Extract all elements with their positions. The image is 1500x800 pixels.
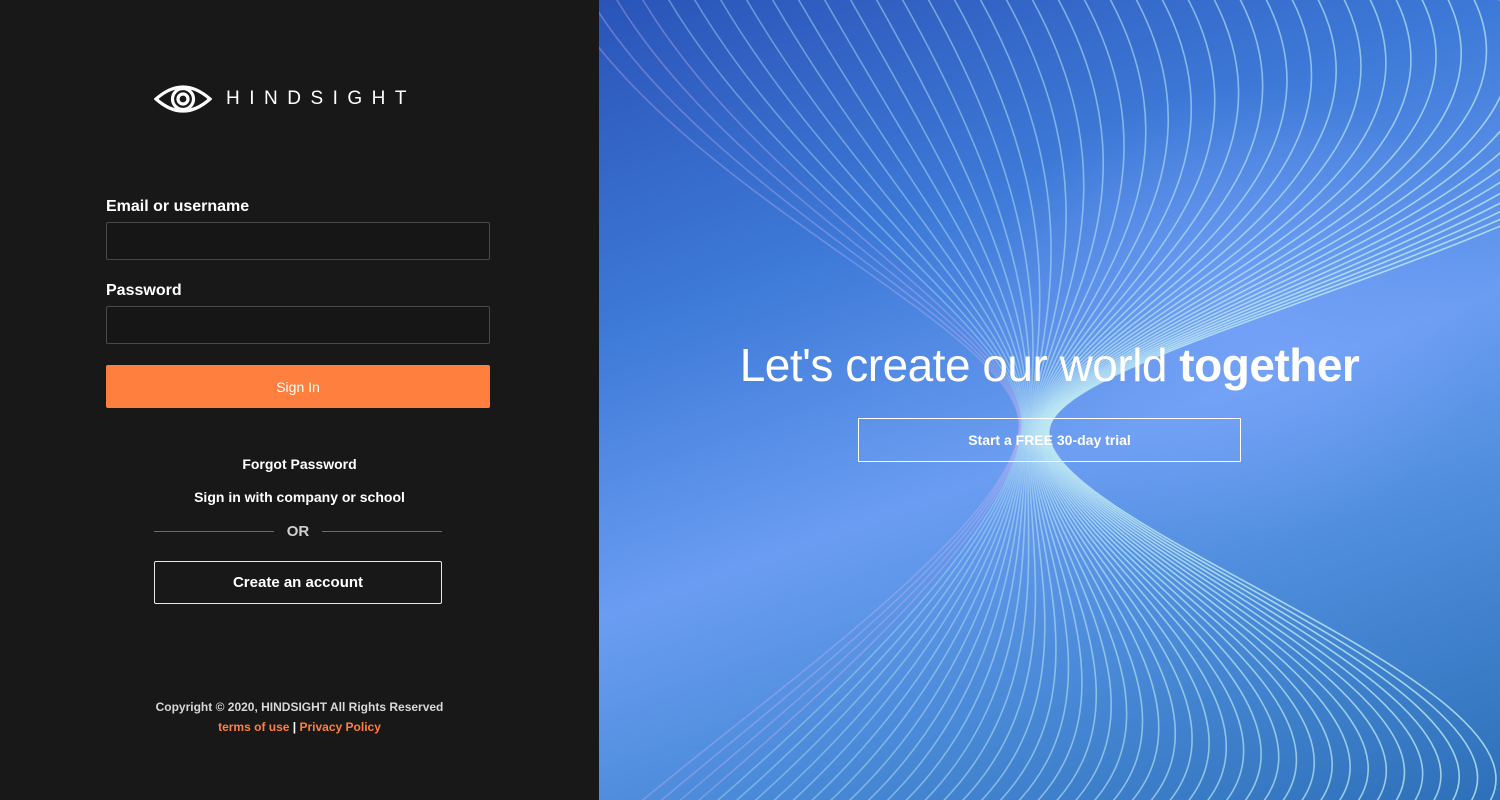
eye-icon bbox=[154, 85, 212, 113]
wave-line bbox=[1042, 0, 1500, 800]
sso-signin-link[interactable]: Sign in with company or school bbox=[0, 489, 599, 505]
legal-separator: | bbox=[292, 720, 297, 734]
wave-lines-graphic bbox=[599, 0, 1500, 800]
login-panel: HINDSIGHT Email or username Password Sig… bbox=[0, 0, 599, 800]
wave-line bbox=[1038, 0, 1387, 800]
hero-panel: Let's create our world together Start a … bbox=[599, 0, 1500, 800]
wave-line bbox=[1036, 0, 1288, 800]
hero-title: Let's create our world together bbox=[599, 338, 1500, 392]
sign-in-button[interactable]: Sign In bbox=[106, 365, 490, 408]
email-label: Email or username bbox=[106, 198, 250, 215]
privacy-policy-link[interactable]: Privacy Policy bbox=[300, 720, 381, 734]
wave-line bbox=[1037, 0, 1337, 800]
wave-line bbox=[599, 46, 1020, 800]
create-account-button[interactable]: Create an account bbox=[154, 561, 442, 604]
wave-line bbox=[616, 0, 1022, 800]
wave-line bbox=[1046, 210, 1500, 800]
password-field[interactable] bbox=[106, 306, 490, 344]
wave-line bbox=[1042, 129, 1500, 800]
wave-line bbox=[1045, 192, 1500, 800]
wave-line bbox=[745, 0, 1025, 800]
divider-line-right bbox=[322, 531, 442, 532]
brand-name: HINDSIGHT bbox=[226, 88, 416, 109]
wave-line bbox=[599, 11, 1021, 800]
or-divider: OR bbox=[154, 522, 442, 542]
legal-links: terms of use | Privacy Policy bbox=[0, 720, 599, 734]
brand-logo: HINDSIGHT bbox=[154, 80, 416, 118]
wave-line bbox=[1036, 0, 1313, 800]
wave-line bbox=[694, 0, 1024, 800]
wave-line bbox=[1043, 151, 1500, 800]
wave-line bbox=[720, 0, 1025, 800]
wave-line bbox=[886, 0, 1031, 800]
terms-of-use-link[interactable]: terms of use bbox=[218, 720, 289, 734]
wave-line bbox=[1044, 168, 1500, 800]
password-label: Password bbox=[106, 282, 182, 299]
wave-line bbox=[1044, 181, 1500, 800]
wave-line bbox=[1038, 0, 1362, 800]
wave-line bbox=[797, 0, 1027, 800]
hero-title-regular: Let's create our world bbox=[739, 339, 1168, 391]
forgot-password-link[interactable]: Forgot Password bbox=[0, 456, 599, 472]
copyright-text: Copyright © 2020, HINDSIGHT All Rights R… bbox=[155, 700, 444, 714]
email-field[interactable] bbox=[106, 222, 490, 260]
wave-line bbox=[1046, 202, 1500, 800]
free-trial-button[interactable]: Start a FREE 30-day trial bbox=[858, 418, 1241, 462]
hero-title-bold: together bbox=[1179, 339, 1360, 391]
wave-line bbox=[848, 0, 1028, 800]
wave-line bbox=[668, 0, 1023, 800]
wave-line bbox=[905, 0, 1034, 800]
